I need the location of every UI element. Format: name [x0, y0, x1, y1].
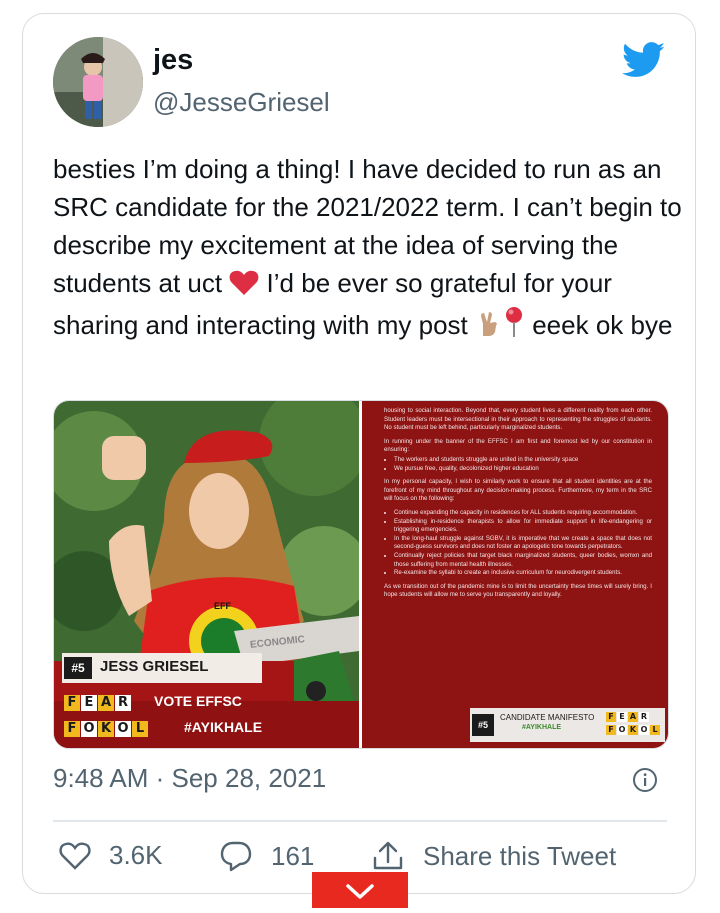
fokol-letter-3: K	[98, 721, 114, 737]
share-icon	[373, 841, 403, 870]
fear-letter-r: R	[115, 695, 131, 711]
tweet-text: besties I’m doing a thing! I have decide…	[53, 150, 683, 348]
like-count: 3.6K	[109, 840, 163, 870]
manifesto-paragraph-1: housing to social interaction. Beyond th…	[384, 407, 652, 432]
poster-number-badge: #5	[64, 657, 92, 679]
crossed-fingers-emoji-icon	[475, 310, 503, 348]
fear-letter-e: E	[81, 695, 97, 711]
shirt-logo-text: EFF	[214, 601, 231, 611]
fokol-letter-5: L	[132, 721, 148, 737]
fokol-letter-5: L	[650, 725, 660, 735]
fokol-letter-1: F	[64, 721, 80, 737]
tweet-text-part-3: eeek ok bye	[525, 310, 673, 340]
fokol-letter-3: K	[628, 725, 638, 735]
heart-icon	[59, 842, 91, 870]
manifesto-paragraph-3: In my personal capacity, I wish to simil…	[384, 478, 652, 503]
info-icon[interactable]	[632, 767, 658, 793]
poster-fear-row: FEAR	[64, 693, 132, 711]
manifesto-image[interactable]: housing to social interaction. Beyond th…	[362, 401, 668, 748]
manifesto-paragraph-2: In running under the banner of the EFFSC…	[384, 437, 652, 454]
manifesto-bullet: In the long-haul struggle against SGBV, …	[394, 535, 652, 552]
fokol-letter-2: O	[81, 721, 97, 737]
poster-hashtag: #AYIKHALE	[184, 719, 263, 735]
fokol-letter-2: O	[617, 725, 627, 735]
manifesto-text: housing to social interaction. Beyond th…	[384, 407, 652, 605]
fokol-letter-4: O	[639, 725, 649, 735]
poster-candidate-name: JESS GRIESEL	[100, 658, 209, 675]
divider	[53, 820, 667, 822]
fear-letter-a: A	[98, 695, 114, 711]
red-heart-emoji-icon	[229, 268, 259, 306]
tweet-timestamp[interactable]: 9:48 AM · Sep 28, 2021	[53, 763, 326, 794]
fear-letter-e: E	[617, 712, 627, 722]
manifesto-fear-logo: FEAR	[606, 710, 650, 722]
fokol-letter-4: O	[115, 721, 131, 737]
fear-letter-f: F	[64, 695, 80, 711]
manifesto-paragraph-4: As we transition out of the pandemic min…	[384, 582, 652, 599]
author-name[interactable]: jes	[153, 44, 193, 77]
manifesto-bullet: The workers and students struggle are un…	[394, 456, 652, 465]
author-handle[interactable]: @JesseGriesel	[153, 87, 330, 118]
avatar-photo	[53, 37, 143, 127]
poster-vote-text: VOTE EFFSC	[154, 693, 242, 709]
twitter-bird-icon[interactable]	[622, 42, 666, 78]
manifesto-bullet: Continue expanding the capacity in resid…	[394, 509, 652, 518]
manifesto-bullet: We pursue free, quality, decolonized hig…	[394, 465, 652, 474]
round-pushpin-emoji-icon	[503, 306, 525, 348]
manifesto-number-badge: #5	[472, 714, 494, 736]
manifesto-bullet: Re-examine the syllabi to create an incl…	[394, 569, 652, 578]
manifesto-list-2: Continue expanding the capacity in resid…	[384, 509, 652, 578]
campaign-poster-image[interactable]: #5 JESS GRIESEL FEAR FOKOL VOTE EFFSC #A…	[54, 401, 359, 748]
manifesto-footer-title: CANDIDATE MANIFESTO	[500, 713, 595, 722]
speech-bubble-icon	[220, 841, 252, 872]
fear-letter-f: F	[606, 712, 616, 722]
fear-letter-r: R	[639, 712, 649, 722]
manifesto-list-1: The workers and students struggle are un…	[384, 456, 652, 473]
poster-fokol-row: FOKOL	[64, 719, 149, 737]
scroll-down-button[interactable]	[312, 872, 408, 908]
manifesto-bullet: Establishing in-residence therapists to …	[394, 518, 652, 535]
avatar[interactable]	[53, 37, 143, 127]
share-button[interactable]: Share this Tweet	[371, 840, 616, 872]
manifesto-bullet: Continually reject policies that target …	[394, 552, 652, 569]
like-button[interactable]: 3.6K	[59, 840, 163, 871]
reply-count: 161	[271, 840, 315, 871]
fear-letter-a: A	[628, 712, 638, 722]
chevron-down-icon	[346, 884, 374, 899]
share-label: Share this Tweet	[423, 840, 617, 871]
tweet-media[interactable]: #5 JESS GRIESEL FEAR FOKOL VOTE EFFSC #A…	[53, 400, 669, 749]
manifesto-footer-hashtag: #AYIKHALE	[522, 724, 562, 731]
reply-button[interactable]: 161	[219, 840, 314, 872]
manifesto-fokol-logo: FOKOL	[606, 723, 661, 735]
fokol-letter-1: F	[606, 725, 616, 735]
